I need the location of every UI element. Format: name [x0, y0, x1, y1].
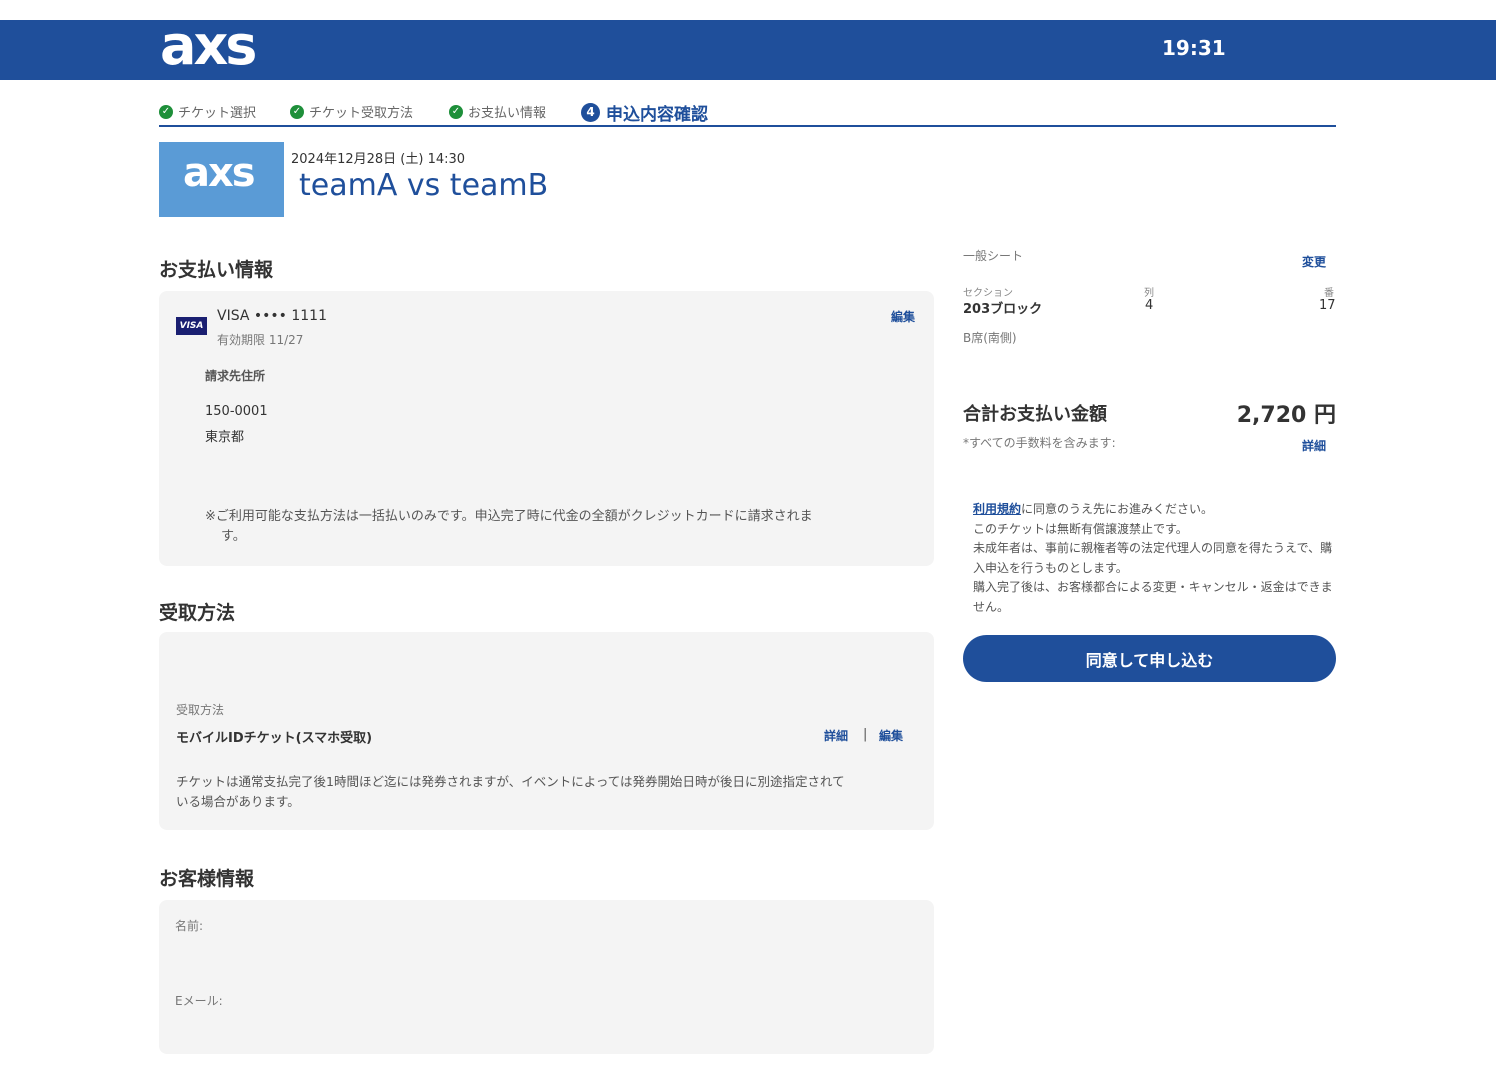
- terms-line1: 利用規約に同意のうえ先にお進みください。: [973, 500, 1335, 520]
- number-label: 番: [1324, 288, 1334, 299]
- card-number: VISA •••• 1111: [217, 308, 327, 324]
- payment-section-title: お支払い情報: [159, 259, 274, 281]
- check-circle-icon: ✓: [290, 104, 304, 119]
- terms-line4: 購入完了後は、お客様都合による変更・キャンセル・返金はできません。: [973, 580, 1333, 614]
- total-amount: 2,720 円: [1236, 403, 1336, 428]
- step-payment-info: ✓ お支払い情報: [449, 102, 546, 121]
- seat-type: 一般シート: [963, 249, 1024, 263]
- check-circle-icon: ✓: [449, 104, 463, 119]
- visa-icon: VISA: [176, 317, 207, 335]
- section-value: 203ブロック: [963, 302, 1043, 317]
- delivery-card: 受取方法 モバイルIDチケット(スマホ受取) 詳細 | 編集 チケットは通常支払…: [159, 632, 934, 830]
- terms-of-use-link[interactable]: 利用規約: [973, 502, 1021, 516]
- customer-card: 名前: Eメール:: [159, 900, 934, 1054]
- step-confirm: 4 申込内容確認: [581, 100, 708, 125]
- axs-logo[interactable]: axs: [160, 16, 257, 76]
- agree-submit-button[interactable]: 同意して申し込む: [963, 635, 1336, 682]
- payment-note-line2: す。: [221, 529, 246, 544]
- step-number: 4: [581, 103, 600, 122]
- step-delivery-method: ✓ チケット受取方法: [290, 102, 413, 121]
- step-label: 申込内容確認: [606, 105, 708, 125]
- total-detail-link[interactable]: 詳細: [1302, 437, 1326, 454]
- delivery-note-line1: チケットは通常支払完了後1時間ほど迄には発券されますが、イベントによっては発券開…: [176, 774, 845, 789]
- terms-line3: 未成年者は、事前に親権者等の法定代理人の同意を得たうえで、購入申込を行うものとし…: [973, 541, 1333, 575]
- billing-postal: 150-0001: [205, 404, 268, 419]
- seat-change-link[interactable]: 変更: [1302, 253, 1326, 270]
- delivery-method: モバイルIDチケット(スマホ受取): [176, 731, 373, 746]
- number-value: 17: [1319, 298, 1336, 313]
- payment-edit-link[interactable]: 編集: [891, 308, 915, 325]
- seat-area: B席(南側): [963, 331, 1017, 345]
- event-thumbnail: axs: [159, 142, 284, 217]
- step-ticket-select: ✓ チケット選択: [159, 102, 256, 121]
- delivery-note-line2: いる場合があります。: [176, 794, 300, 809]
- total-note: *すべての手数料を含みます:: [963, 436, 1116, 450]
- delivery-section-title: 受取方法: [159, 602, 236, 624]
- row-label: 列: [1144, 288, 1154, 299]
- event-title: teamA vs teamB: [299, 168, 549, 203]
- step-label: チケット受取方法: [309, 106, 414, 121]
- countdown-timer: 19:31: [1162, 36, 1226, 60]
- customer-email-label: Eメール:: [175, 994, 223, 1008]
- terms-block: 利用規約に同意のうえ先にお進みください。 このチケットは無断有償譲渡禁止です。 …: [973, 500, 1335, 617]
- app-header: axs 19:31: [0, 16, 1496, 80]
- customer-section-title: お客様情報: [159, 868, 255, 890]
- thumbnail-logo: axs: [183, 150, 256, 196]
- delivery-label: 受取方法: [176, 703, 225, 717]
- payment-note-line1: ※ご利用可能な支払方法は一括払いのみです。申込完了時に代金の全額がクレジットカー…: [205, 509, 813, 524]
- terms-line1-text: に同意のうえ先にお進みください。: [1021, 502, 1214, 516]
- delivery-detail-link[interactable]: 詳細: [824, 727, 848, 744]
- customer-name-label: 名前:: [175, 919, 204, 933]
- delivery-edit-link[interactable]: 編集: [879, 727, 903, 744]
- progress-steps: ✓ チケット選択 ✓ チケット受取方法 ✓ お支払い情報 4 申込内容確認: [159, 100, 1336, 127]
- step-label: お支払い情報: [468, 106, 547, 121]
- step-label: チケット選択: [178, 106, 257, 121]
- section-label: セクション: [963, 288, 1013, 299]
- payment-card: VISA VISA •••• 1111 有効期限 11/27 編集 請求先住所 …: [159, 291, 934, 566]
- billing-prefecture: 東京都: [205, 430, 245, 445]
- check-circle-icon: ✓: [159, 104, 173, 119]
- terms-line2: このチケットは無断有償譲渡禁止です。: [973, 521, 1188, 536]
- row-value: 4: [1145, 298, 1154, 313]
- total-label: 合計お支払い金額: [963, 404, 1107, 425]
- billing-address-label: 請求先住所: [205, 369, 266, 383]
- card-expiry: 有効期限 11/27: [217, 333, 304, 347]
- event-date: 2024年12月28日 (土) 14:30: [291, 152, 466, 167]
- link-separator: |: [863, 727, 868, 742]
